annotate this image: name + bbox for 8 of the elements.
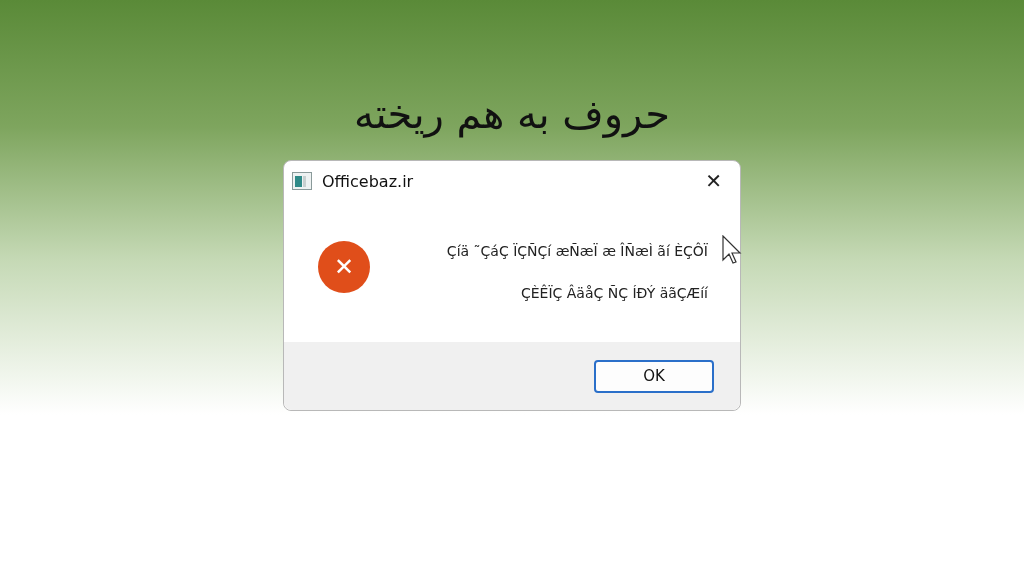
close-button[interactable]: ✕ — [695, 169, 732, 193]
message-text: Çíä ˜ÇáÇ ÏÇÑÇí æÑæÏ æ ÎÑæÌ ãí ÈÇÔÏ — [446, 243, 708, 259]
message-text: ÇÈÊÏÇ ÂäåÇ ÑÇ ÍÐÝ äãÇÆíí — [520, 285, 708, 301]
ok-button[interactable]: OK — [594, 359, 714, 393]
page-heading: حروف به هم ریخته — [354, 90, 670, 140]
window-icon — [292, 172, 312, 190]
error-icon: ✕ — [318, 241, 370, 293]
window-title: Officebaz.ir — [322, 171, 415, 191]
